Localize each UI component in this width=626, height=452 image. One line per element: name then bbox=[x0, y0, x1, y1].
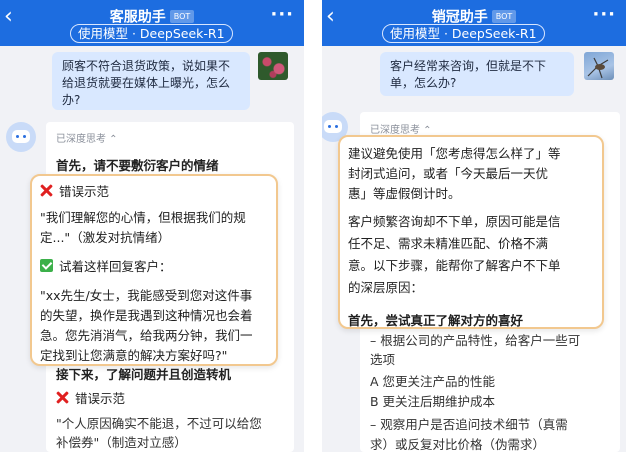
chat-header: ‹ 销冠助手 BOT ··· 使用模型 · DeepSeek-R1 bbox=[322, 0, 626, 46]
check-icon bbox=[40, 259, 53, 272]
user-avatar bbox=[258, 52, 288, 80]
popup-heading: 首先，尝试真正了解对方的喜好 bbox=[348, 313, 524, 328]
wrong-x-icon bbox=[56, 391, 69, 404]
more-icon[interactable]: ··· bbox=[270, 4, 294, 25]
answer-heading-2: 接下来，了解问题并且创造转机 bbox=[56, 367, 232, 382]
highlight-popup: 错误示范 "我们理解您的心情，但根据我们的规 定..."（激发对抗情绪） 试着这… bbox=[30, 174, 278, 366]
wrong-example-label-2: 错误示范 bbox=[75, 391, 126, 406]
answer-text-line: B 更关注后期维护成本 bbox=[370, 394, 496, 409]
bot-badge: BOT bbox=[491, 10, 517, 23]
model-badge[interactable]: 使用模型 · DeepSeek-R1 bbox=[382, 24, 545, 43]
user-message-line: 顾客不符合退货政策，说如果不 bbox=[62, 59, 231, 73]
answer-text-line: "个人原因确实不能退，不过可以给您 bbox=[56, 416, 262, 431]
user-message-line: 客户经常来咨询，但就是不下 bbox=[390, 59, 547, 73]
wrong-example-label: 错误示范 bbox=[59, 184, 110, 199]
popup-text-line: 定找到让您满意的解决方案好吗?" bbox=[40, 348, 228, 363]
popup-text-line: "我们理解您的心情，但根据我们的规 bbox=[40, 210, 246, 225]
answer-text-line: A 您更关注产品的性能 bbox=[370, 374, 496, 389]
deep-think-toggle[interactable]: 已深度思考 ⌃ bbox=[370, 121, 432, 136]
bird-photo bbox=[587, 57, 609, 79]
chat-panel-sales: ‹ 销冠助手 BOT ··· 使用模型 · DeepSeek-R1 客户经常来咨询… bbox=[322, 0, 626, 452]
right-example-label: 试着这样回复客户： bbox=[59, 259, 172, 274]
highlight-popup: 建议避免使用「您考虑得怎么样了」等 封闭式追问，或者「今天最后一天优 惠」等虚假… bbox=[338, 135, 604, 329]
user-message-bubble: 客户经常来咨询，但就是不下 单，怎么办? bbox=[380, 52, 574, 96]
popup-text-line: 定..."（激发对抗情绪） bbox=[40, 230, 171, 245]
user-message-line: 单，怎么办? bbox=[390, 76, 457, 90]
answer-text-line: – 根据公司的产品特性，给客户一些可 bbox=[370, 333, 581, 348]
right-example-row: 试着这样回复客户： bbox=[40, 256, 172, 275]
popup-text-line: 任不足、需求未精准匹配、价格不满 bbox=[348, 236, 549, 251]
wrong-x-icon bbox=[40, 184, 53, 197]
user-avatar bbox=[584, 52, 614, 80]
wrong-example-row: 错误示范 bbox=[40, 181, 109, 200]
answer-text-line: – 观察用户是否追问技术细节（真需 bbox=[370, 417, 568, 432]
user-message-bubble: 顾客不符合退货政策，说如果不 给退货就要在媒体上曝光，怎么 办? bbox=[52, 52, 250, 110]
popup-text-line: 封闭式追问，或者「今天最后一天优 bbox=[348, 166, 549, 181]
answer-text-line: 求）或反复对比价格（伪需求） bbox=[370, 437, 546, 452]
popup-text-line: 意。以下步骤，能帮你了解客户不下单 bbox=[348, 258, 561, 273]
bot-avatar-icon bbox=[6, 122, 36, 152]
wrong-example-row-2: 错误示范 bbox=[56, 388, 125, 407]
answer-text-line: 选项 bbox=[370, 352, 396, 367]
answer-text-line: 补偿券"（制造对立感） bbox=[56, 435, 187, 450]
popup-text-line: 的失望，换作是我遇到这种情况也会着 bbox=[40, 308, 253, 323]
answer-heading: 首先，请不要敷衍客户的情绪 bbox=[56, 158, 219, 173]
popup-text-line: "xx先生/女士，我能感受到您对这件事 bbox=[40, 288, 253, 303]
popup-text-line: 惠」等虚假倒计时。 bbox=[348, 186, 461, 201]
popup-text-line: 的深层原因： bbox=[348, 280, 424, 295]
popup-text-line: 急。您先消消气，给我两分钟，我们一 bbox=[40, 328, 253, 343]
popup-text-line: 客户频繁咨询却不下单，原因可能是信 bbox=[348, 214, 561, 229]
model-badge[interactable]: 使用模型 · DeepSeek-R1 bbox=[70, 24, 233, 43]
popup-text-line: 建议避免使用「您考虑得怎么样了」等 bbox=[348, 146, 561, 161]
user-message-line: 办? bbox=[62, 93, 81, 107]
more-icon[interactable]: ··· bbox=[592, 4, 616, 25]
chat-header: ‹ 客服助手 BOT ··· 使用模型 · DeepSeek-R1 bbox=[0, 0, 304, 46]
chat-panel-customer-service: ‹ 客服助手 BOT ··· 使用模型 · DeepSeek-R1 顾客不符合退货… bbox=[0, 0, 304, 452]
bot-badge: BOT bbox=[169, 10, 195, 23]
user-message-line: 给退货就要在媒体上曝光，怎么 bbox=[62, 76, 231, 90]
deep-think-toggle[interactable]: 已深度思考 ⌃ bbox=[56, 130, 118, 145]
